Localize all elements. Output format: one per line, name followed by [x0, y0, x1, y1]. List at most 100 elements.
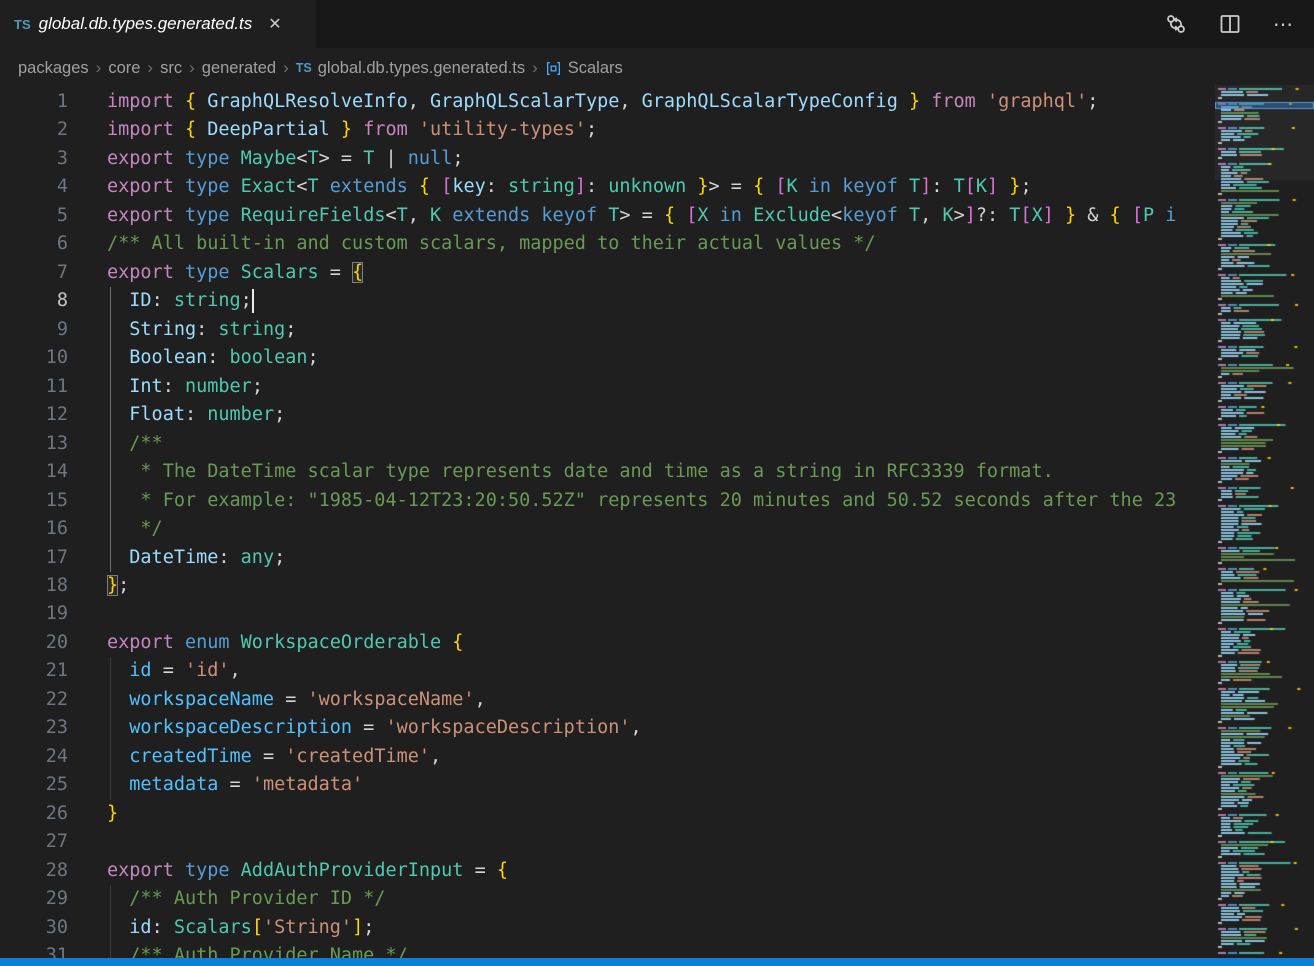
breadcrumb-item-src[interactable]: src [160, 59, 182, 78]
code-row[interactable]: 8 ID: string; [0, 287, 1208, 315]
breadcrumb-separator: › [96, 58, 102, 78]
code-line: Boolean: boolean; [107, 344, 319, 372]
code-line: export type AddAuthProviderInput = { [107, 857, 508, 885]
code-line: ID: string; [107, 287, 252, 315]
code-editor[interactable]: 1 import { GraphQLResolveInfo, GraphQLSca… [0, 88, 1314, 958]
code-row[interactable]: 4 export type Exact<T extends { [key: str… [0, 173, 1208, 201]
code-line: workspaceName = 'workspaceName', [107, 686, 486, 714]
code-row[interactable]: 20export enum WorkspaceOrderable { [0, 629, 1208, 657]
code-row[interactable]: 30 id: Scalars['String']; [0, 914, 1208, 942]
code-row[interactable]: 12 Float: number; [0, 401, 1208, 429]
code-row[interactable]: 31 /** Auth Provider Name */ [0, 942, 1208, 958]
code-line: Float: number; [107, 401, 285, 429]
code-line: /** [107, 430, 163, 458]
line-number: 26 [0, 800, 68, 828]
code-row[interactable]: 15 * For example: "1985-04-12T23:20:50.5… [0, 487, 1208, 515]
code-row[interactable]: 17 DateTime: any; [0, 544, 1208, 572]
line-number: 15 [0, 487, 68, 515]
line-number: 24 [0, 743, 68, 771]
code-line: * The DateTime scalar type represents da… [107, 458, 1054, 486]
line-number: 14 [0, 458, 68, 486]
breadcrumb: packages › core › src › generated › TS g… [0, 48, 1314, 88]
code-line: export type Maybe<T> = T | null; [107, 145, 463, 173]
code-row[interactable]: 23 workspaceDescription = 'workspaceDesc… [0, 714, 1208, 742]
line-number: 1 [0, 88, 68, 116]
breadcrumb-separator: › [189, 58, 195, 78]
code-line: export type Exact<T extends { [key: stri… [107, 173, 1032, 201]
open-changes-icon[interactable] [1164, 12, 1188, 36]
code-row[interactable]: 26} [0, 800, 1208, 828]
line-number: 28 [0, 857, 68, 885]
code-row[interactable]: 5 export type RequireFields<T, K extends … [0, 202, 1208, 230]
code-row[interactable]: 2import { DeepPartial } from 'utility-ty… [0, 116, 1208, 144]
line-number: 29 [0, 885, 68, 913]
code-line: id = 'id', [107, 657, 241, 685]
code-row[interactable]: 14 * The DateTime scalar type represents… [0, 458, 1208, 486]
code-line: Int: number; [107, 373, 263, 401]
code-row[interactable]: 21 id = 'id', [0, 657, 1208, 685]
typescript-file-icon: TS [14, 17, 31, 32]
code-line: /** All built-in and custom scalars, map… [107, 230, 876, 258]
breadcrumb-separator: › [532, 58, 538, 78]
code-row[interactable]: 28 export type AddAuthProviderInput = { [0, 857, 1208, 885]
line-number: 9 [0, 316, 68, 344]
line-number: 12 [0, 401, 68, 429]
code-line: } [107, 800, 118, 828]
line-number: 20 [0, 629, 68, 657]
code-row[interactable]: 27 [0, 828, 1208, 856]
code-line: id: Scalars['String']; [107, 914, 374, 942]
editor-actions: ⋯ [1164, 0, 1314, 48]
text-cursor [252, 289, 254, 313]
line-number: 21 [0, 657, 68, 685]
line-number: 2 [0, 116, 68, 144]
line-number: 25 [0, 771, 68, 799]
breadcrumb-item-symbol[interactable]: Scalars [568, 59, 623, 78]
code-row[interactable]: 29 /** Auth Provider ID */ [0, 885, 1208, 913]
line-number: 17 [0, 544, 68, 572]
tab-title: global.db.types.generated.ts [39, 14, 253, 34]
line-number: 3 [0, 145, 68, 173]
code-row[interactable]: 7export type Scalars = { [0, 259, 1208, 287]
breadcrumb-item-packages[interactable]: packages [18, 59, 89, 78]
tab-close-icon[interactable]: ✕ [264, 12, 285, 36]
breadcrumb-item-core[interactable]: core [108, 59, 140, 78]
line-number: 5 [0, 202, 68, 230]
line-number: 8 [0, 287, 68, 315]
line-number: 16 [0, 515, 68, 543]
code-line: /** Auth Provider Name */ [107, 942, 408, 958]
more-actions-icon[interactable]: ⋯ [1272, 12, 1296, 36]
code-row[interactable]: 3 export type Maybe<T> = T | null; [0, 145, 1208, 173]
code-row[interactable]: 25 metadata = 'metadata' [0, 771, 1208, 799]
code-row[interactable]: 1 import { GraphQLResolveInfo, GraphQLSca… [0, 88, 1208, 116]
code-line: export type RequireFields<T, K extends k… [107, 202, 1176, 230]
line-number: 30 [0, 914, 68, 942]
code-row[interactable]: 16 */ [0, 515, 1208, 543]
line-number: 23 [0, 714, 68, 742]
symbol-type-icon [545, 60, 562, 77]
status-bar [0, 958, 1314, 966]
code-row[interactable]: 22 workspaceName = 'workspaceName', [0, 686, 1208, 714]
code-row[interactable]: 13 /** [0, 430, 1208, 458]
line-number: 19 [0, 600, 68, 628]
code-row[interactable]: 24 createdTime = 'createdTime', [0, 743, 1208, 771]
line-number: 13 [0, 430, 68, 458]
line-number: 4 [0, 173, 68, 201]
minimap[interactable] [1215, 85, 1314, 958]
code-row[interactable]: 9 String: string; [0, 316, 1208, 344]
code-row[interactable]: 19 [0, 600, 1208, 628]
breadcrumb-item-generated[interactable]: generated [202, 59, 276, 78]
code-line: createdTime = 'createdTime', [107, 743, 441, 771]
line-number: 6 [0, 230, 68, 258]
code-row[interactable]: 18}; [0, 572, 1208, 600]
code-line: import { GraphQLResolveInfo, GraphQLScal… [107, 88, 1098, 116]
code-row[interactable]: 11 Int: number; [0, 373, 1208, 401]
code-row[interactable]: 10 Boolean: boolean; [0, 344, 1208, 372]
split-editor-icon[interactable] [1218, 12, 1242, 36]
code-line: metadata = 'metadata' [107, 771, 363, 799]
breadcrumb-item-file[interactable]: global.db.types.generated.ts [318, 59, 525, 78]
editor-tab[interactable]: TS global.db.types.generated.ts ✕ [0, 0, 316, 48]
code-line: */ [107, 515, 163, 543]
breadcrumb-separator: › [147, 58, 153, 78]
code-row[interactable]: 6 /** All built-in and custom scalars, ma… [0, 230, 1208, 258]
line-number: 10 [0, 344, 68, 372]
